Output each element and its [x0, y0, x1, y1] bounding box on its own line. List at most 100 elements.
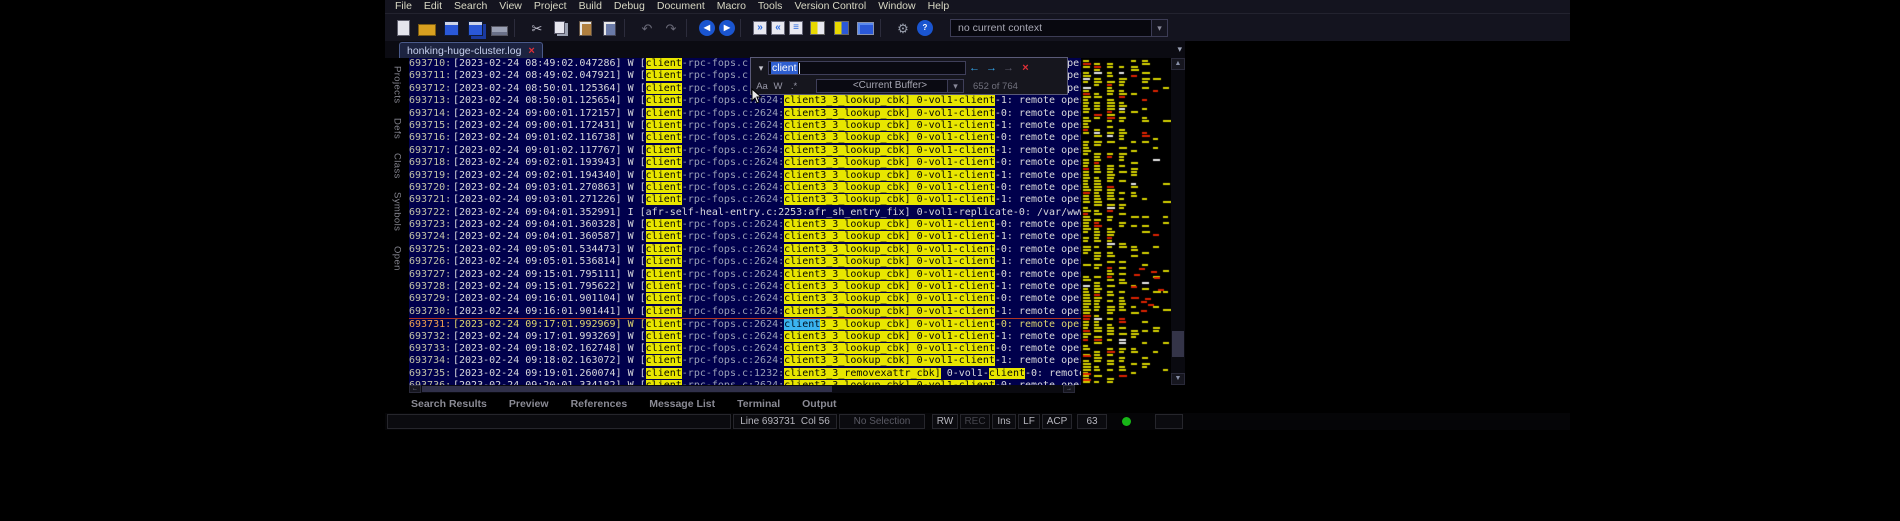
paste-special-icon[interactable]	[599, 18, 619, 38]
status-rec[interactable]: REC	[960, 414, 990, 429]
menu-item-macro[interactable]: Macro	[711, 0, 752, 13]
bottom-tab-terminal[interactable]: Terminal	[737, 398, 780, 410]
find-next-icon[interactable]: »	[753, 21, 767, 35]
menu-item-file[interactable]: File	[389, 0, 418, 13]
log-line[interactable]: 693725:[2023-02-24 09:05:01.534473] W [c…	[409, 244, 1081, 256]
menu-item-edit[interactable]: Edit	[418, 0, 448, 13]
bottom-tab-message-list[interactable]: Message List	[649, 398, 715, 410]
log-line[interactable]: 693728:[2023-02-24 09:15:01.795622] W [c…	[409, 281, 1081, 293]
hscroll-track[interactable]	[421, 385, 1063, 393]
log-line[interactable]: 693719:[2023-02-24 09:02:01.194340] W [c…	[409, 170, 1081, 182]
log-line[interactable]: 693735:[2023-02-24 09:19:01.260074] W [c…	[409, 368, 1081, 380]
minimap[interactable]	[1081, 58, 1171, 385]
hscroll-thumb[interactable]	[422, 386, 832, 392]
log-line[interactable]: 693732:[2023-02-24 09:17:01.993269] W [c…	[409, 331, 1081, 343]
bottom-tab-references[interactable]: References	[571, 398, 628, 410]
copy-icon[interactable]	[551, 18, 571, 38]
back-icon[interactable]: ◀	[699, 20, 715, 36]
menu-item-build[interactable]: Build	[573, 0, 608, 13]
log-line[interactable]: 693717:[2023-02-24 09:01:02.117767] W [c…	[409, 145, 1081, 157]
find-previous-icon[interactable]: ←	[966, 62, 983, 74]
log-line[interactable]: 693729:[2023-02-24 09:16:01.901104] W [c…	[409, 293, 1081, 305]
find-prev-icon[interactable]: «	[771, 21, 785, 35]
scroll-left-icon[interactable]: ←	[409, 385, 421, 393]
merge-icon[interactable]	[831, 18, 851, 38]
log-line[interactable]: 693716:[2023-02-24 09:01:02.116738] W [c…	[409, 132, 1081, 144]
log-line-current[interactable]: 693731:[2023-02-24 09:17:01.992969] W [c…	[409, 318, 1081, 330]
log-line[interactable]: 693733:[2023-02-24 09:18:02.162748] W [c…	[409, 343, 1081, 355]
status-ins[interactable]: Ins	[992, 414, 1016, 429]
scroll-down-icon[interactable]: ▼	[1171, 373, 1185, 385]
side-tab-class[interactable]: Class	[392, 153, 403, 179]
menu-item-project[interactable]: Project	[528, 0, 573, 13]
vscroll-thumb[interactable]	[1172, 331, 1184, 357]
scroll-right-icon[interactable]: →	[1063, 385, 1075, 393]
log-line[interactable]: 693727:[2023-02-24 09:15:01.795111] W [c…	[409, 269, 1081, 281]
whole-word-toggle[interactable]: W	[770, 81, 786, 92]
undo-icon[interactable]: ↶	[637, 18, 657, 38]
log-line[interactable]: 693724:[2023-02-24 09:04:01.360587] W [c…	[409, 231, 1081, 243]
menu-item-help[interactable]: Help	[922, 0, 956, 13]
search-close-icon[interactable]: ×	[1017, 62, 1034, 74]
context-dropdown[interactable]: no current context ▾	[950, 19, 1168, 37]
print-icon[interactable]	[489, 18, 509, 38]
side-tab-open[interactable]: Open	[392, 246, 403, 271]
log-line[interactable]: 693721:[2023-02-24 09:03:01.271226] W [c…	[409, 194, 1081, 206]
redo-icon[interactable]: ↷	[661, 18, 681, 38]
chevron-down-icon[interactable]: ▾	[1151, 20, 1167, 36]
regex-toggle[interactable]: .*	[786, 81, 802, 92]
bottom-tab-search-results[interactable]: Search Results	[411, 398, 487, 410]
bottom-tab-output[interactable]: Output	[802, 398, 836, 410]
menu-item-tools[interactable]: Tools	[752, 0, 789, 13]
search-scope-dropdown[interactable]: <Current Buffer> ▾	[816, 79, 964, 93]
vscroll-track[interactable]	[1171, 70, 1185, 373]
bottom-tab-preview[interactable]: Preview	[509, 398, 549, 410]
search-options-icon[interactable]: ▾	[754, 63, 768, 74]
paste-icon[interactable]	[575, 18, 595, 38]
tools-icon[interactable]: ⚙	[893, 18, 913, 38]
log-line[interactable]: 693722:[2023-02-24 09:04:01.352991] I [a…	[409, 207, 1081, 219]
find-next-disabled-icon[interactable]: →	[1000, 62, 1017, 74]
menu-item-debug[interactable]: Debug	[608, 0, 651, 13]
chevron-down-icon[interactable]: ▾	[947, 80, 963, 92]
log-line[interactable]: 693730:[2023-02-24 09:16:01.901441] W [c…	[409, 306, 1081, 318]
log-line[interactable]: 693715:[2023-02-24 09:00:01.172431] W [c…	[409, 120, 1081, 132]
editor-lines[interactable]: 693710:[2023-02-24 08:49:02.047286] W [c…	[409, 58, 1081, 385]
vertical-scrollbar[interactable]: ▲ ▼	[1171, 58, 1185, 385]
status-eol[interactable]: LF	[1018, 414, 1040, 429]
log-line[interactable]: 693714:[2023-02-24 09:00:01.172157] W [c…	[409, 108, 1081, 120]
log-line[interactable]: 693723:[2023-02-24 09:04:01.360328] W [c…	[409, 219, 1081, 231]
forward-icon[interactable]: ▶	[719, 20, 735, 36]
log-line[interactable]: 693718:[2023-02-24 09:02:01.193943] W [c…	[409, 157, 1081, 169]
menu-item-view[interactable]: View	[493, 0, 528, 13]
diff-icon[interactable]	[807, 18, 827, 38]
find-next-icon[interactable]: →	[983, 62, 1000, 74]
scroll-up-icon[interactable]: ▲	[1171, 58, 1185, 70]
status-encoding[interactable]: ACP	[1042, 414, 1072, 429]
menu-item-document[interactable]: Document	[651, 0, 711, 13]
log-line[interactable]: 693713:[2023-02-24 08:50:01.125654] W [c…	[409, 95, 1081, 107]
help-icon[interactable]: ?	[917, 20, 933, 36]
new-file-icon[interactable]	[393, 18, 413, 38]
save-icon[interactable]	[441, 18, 461, 38]
tab-list-dropdown-icon[interactable]: ▾	[1177, 44, 1182, 55]
status-rw[interactable]: RW	[932, 414, 958, 429]
terminal-icon[interactable]	[855, 18, 875, 38]
log-line[interactable]: 693726:[2023-02-24 09:05:01.536814] W [c…	[409, 256, 1081, 268]
save-all-icon[interactable]	[465, 18, 485, 38]
menu-item-version-control[interactable]: Version Control	[788, 0, 872, 13]
tab-honking-huge-cluster-log[interactable]: honking-huge-cluster.log ×	[399, 42, 543, 58]
menu-item-search[interactable]: Search	[448, 0, 493, 13]
side-tab-symbols[interactable]: Symbols	[392, 192, 403, 231]
close-icon[interactable]: ×	[528, 46, 534, 56]
log-line[interactable]: 693734:[2023-02-24 09:18:02.163072] W [c…	[409, 355, 1081, 367]
side-tab-projects[interactable]: Projects	[392, 66, 403, 104]
open-file-icon[interactable]	[417, 18, 437, 38]
menu-item-window[interactable]: Window	[872, 0, 921, 13]
horizontal-scrollbar[interactable]: ← →	[409, 385, 1075, 393]
search-input[interactable]: client	[768, 61, 966, 75]
cut-icon[interactable]: ✂	[527, 18, 547, 38]
side-tab-defs[interactable]: Defs	[392, 118, 403, 139]
log-line[interactable]: 693720:[2023-02-24 09:03:01.270863] W [c…	[409, 182, 1081, 194]
status-line-col[interactable]: Line 693731 Col 56	[733, 414, 837, 429]
